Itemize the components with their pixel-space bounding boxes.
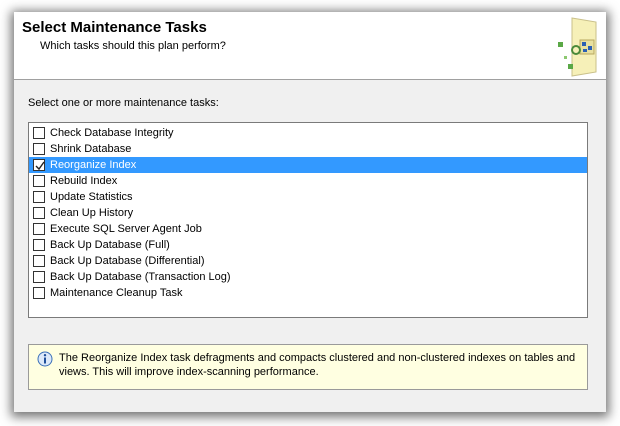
task-checkbox[interactable] — [33, 175, 45, 187]
task-checkbox[interactable] — [33, 287, 45, 299]
task-checkbox[interactable] — [33, 159, 45, 171]
task-checkbox[interactable] — [33, 255, 45, 267]
page-subtitle: Which tasks should this plan perform? — [40, 40, 226, 52]
task-item[interactable]: Rebuild Index — [29, 173, 587, 189]
page-title: Select Maintenance Tasks — [22, 19, 207, 36]
task-item[interactable]: Execute SQL Server Agent Job — [29, 221, 587, 237]
instruction-label: Select one or more maintenance tasks: — [28, 97, 219, 109]
task-checkbox[interactable] — [33, 239, 45, 251]
task-item[interactable]: Update Statistics — [29, 189, 587, 205]
task-label: Clean Up History — [50, 207, 134, 219]
task-item[interactable]: Shrink Database — [29, 141, 587, 157]
wizard-graphic-icon — [538, 16, 600, 78]
wizard-header: Select Maintenance Tasks Which tasks sho… — [14, 12, 606, 80]
task-item[interactable]: Reorganize Index — [29, 157, 587, 173]
task-label: Execute SQL Server Agent Job — [50, 223, 202, 235]
task-checkbox[interactable] — [33, 191, 45, 203]
task-item[interactable]: Back Up Database (Transaction Log) — [29, 269, 587, 285]
task-label: Back Up Database (Differential) — [50, 255, 205, 267]
task-label: Back Up Database (Full) — [50, 239, 170, 251]
task-label: Check Database Integrity — [50, 127, 174, 139]
task-item[interactable]: Back Up Database (Differential) — [29, 253, 587, 269]
task-checklist[interactable]: Check Database Integrity Shrink Database R… — [28, 122, 588, 318]
task-label: Rebuild Index — [50, 175, 118, 187]
task-checkbox[interactable] — [33, 127, 45, 139]
task-checkbox[interactable] — [33, 207, 45, 219]
wizard-page: Select Maintenance Tasks Which tasks sho… — [14, 12, 606, 412]
task-item[interactable]: Maintenance Cleanup Task — [29, 285, 587, 301]
task-item[interactable]: Check Database Integrity — [29, 125, 587, 141]
task-item[interactable]: Clean Up History — [29, 205, 587, 221]
task-label: Shrink Database — [50, 143, 132, 155]
task-label: Back Up Database (Transaction Log) — [50, 271, 231, 283]
task-label: Reorganize Index — [50, 159, 137, 171]
task-description-text: The Reorganize Index task defragments an… — [59, 352, 576, 378]
task-label: Update Statistics — [50, 191, 133, 203]
task-description-box: The Reorganize Index task defragments an… — [28, 344, 588, 390]
task-checkbox[interactable] — [33, 223, 45, 235]
task-checkbox[interactable] — [33, 143, 45, 155]
info-icon — [37, 351, 53, 367]
task-label: Maintenance Cleanup Task — [50, 287, 183, 299]
task-checkbox[interactable] — [33, 271, 45, 283]
task-item[interactable]: Back Up Database (Full) — [29, 237, 587, 253]
